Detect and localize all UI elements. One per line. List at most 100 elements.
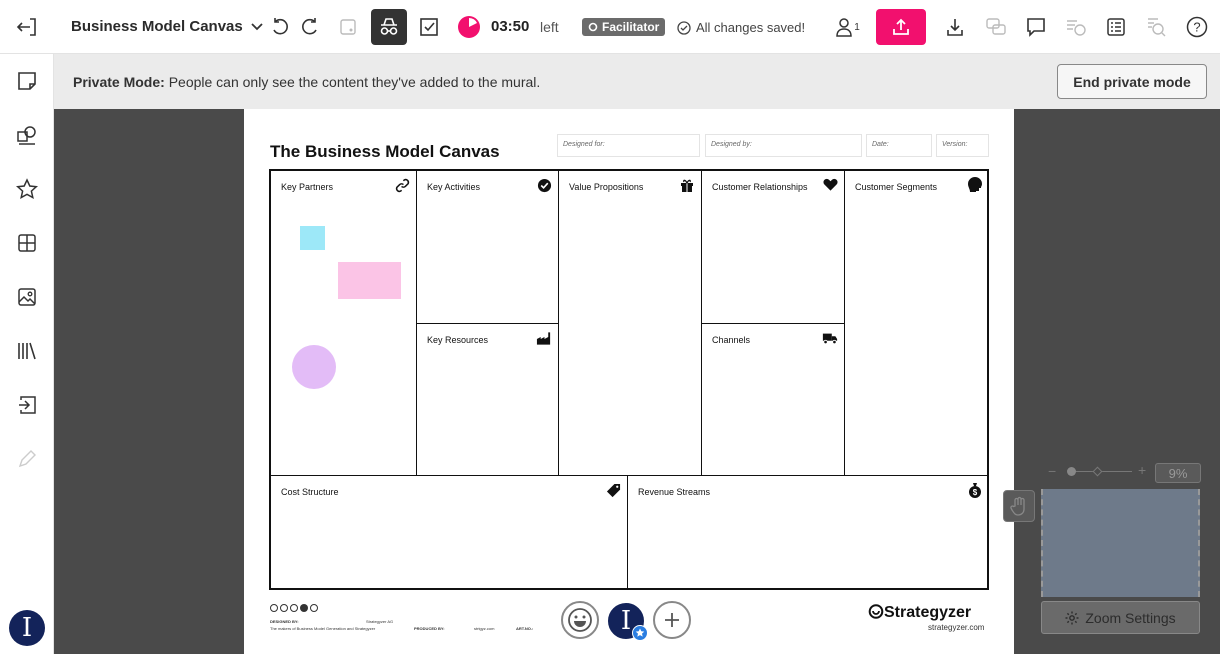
- zoom-out-icon[interactable]: −: [1048, 463, 1056, 479]
- designed-by-field[interactable]: Designed by:: [705, 134, 862, 157]
- top-toolbar: Business Model Canvas 03:50 left Facilit…: [0, 0, 1220, 54]
- draw-tool[interactable]: [13, 445, 41, 473]
- hand-icon: [1010, 496, 1025, 516]
- list-icon: [1107, 18, 1125, 36]
- gear-icon: [588, 22, 598, 32]
- download-icon: [947, 19, 963, 36]
- undo-icon: [273, 18, 288, 35]
- block-value-propositions[interactable]: Value Propositions: [559, 171, 702, 476]
- comments-button[interactable]: [1022, 13, 1050, 41]
- strategyzer-url: strategyzer.com: [928, 623, 985, 632]
- cc-by-icon: [280, 604, 288, 612]
- icons-tool[interactable]: [13, 175, 41, 203]
- redo-icon: [302, 18, 317, 35]
- date-field[interactable]: Date:: [866, 134, 932, 157]
- head-profile-icon: [967, 177, 983, 193]
- end-private-mode-button[interactable]: End private mode: [1057, 64, 1207, 99]
- library-tool[interactable]: [13, 337, 41, 365]
- comment-icon: [1027, 18, 1045, 37]
- search-icon: [1148, 18, 1166, 37]
- board-title: Business Model Canvas: [71, 18, 243, 35]
- cc-icon: [270, 604, 278, 612]
- pencil-icon: [18, 450, 36, 468]
- laser-pointer-button[interactable]: [334, 13, 362, 41]
- user-icon: [836, 18, 852, 37]
- upload-icon: [893, 18, 909, 35]
- produced-by-label: PRODUCED BY:: [414, 626, 445, 631]
- import-tool[interactable]: [13, 391, 41, 419]
- cc-nc-icon: [290, 604, 298, 612]
- gear-icon: [1065, 611, 1079, 624]
- board-title-dropdown[interactable]: Business Model Canvas: [71, 18, 263, 35]
- check-circle-icon: [677, 20, 691, 35]
- activity-clock-icon: [1067, 20, 1086, 36]
- factory-icon: [536, 330, 552, 346]
- heart-icon: [822, 177, 838, 193]
- private-mode-button[interactable]: [371, 9, 407, 45]
- block-revenue-streams[interactable]: Revenue Streams $: [628, 476, 989, 590]
- import-icon: [19, 396, 36, 414]
- hand-tool-button[interactable]: [1003, 490, 1035, 522]
- money-bag-icon: $: [967, 482, 983, 498]
- export-button[interactable]: [941, 13, 969, 41]
- search-button[interactable]: [1142, 13, 1170, 41]
- timer-value: 03:50: [491, 18, 530, 35]
- block-key-activities[interactable]: Key Activities: [417, 171, 559, 324]
- reaction-emoji-button[interactable]: [561, 601, 599, 639]
- banner-text: People can only see the content they've …: [168, 73, 541, 90]
- sticky-note-icon: [18, 72, 36, 90]
- version-field[interactable]: Version:: [936, 134, 989, 157]
- activity-button[interactable]: [1062, 13, 1090, 41]
- block-key-resources[interactable]: Key Resources: [417, 324, 559, 476]
- shapes-tool[interactable]: [13, 121, 41, 149]
- save-status: All changes saved!: [677, 20, 805, 35]
- shapes-icon: [17, 126, 36, 145]
- shape-circle-purple[interactable]: [292, 345, 336, 389]
- zoom-settings-button[interactable]: Zoom Settings: [1041, 601, 1200, 634]
- voting-button[interactable]: [415, 13, 443, 41]
- redo-button[interactable]: [296, 13, 324, 41]
- makers-note: The makers of Business Model Generation …: [270, 626, 376, 631]
- banner-message: Private Mode: People can only see the co…: [73, 74, 540, 90]
- block-cost-structure[interactable]: Cost Structure: [271, 476, 628, 590]
- help-button[interactable]: ?: [1183, 13, 1211, 41]
- timer-button[interactable]: [455, 13, 483, 41]
- pointer-square-icon: [340, 19, 356, 35]
- designed-for-field[interactable]: Designed for:: [557, 134, 700, 157]
- license-icons: [270, 604, 318, 612]
- add-reaction-button[interactable]: [653, 601, 691, 639]
- sticky-note-pink[interactable]: [338, 262, 401, 299]
- facilitator-badge: Facilitator: [582, 18, 666, 36]
- sticky-note-tool[interactable]: [13, 67, 41, 95]
- checkbox-icon: [420, 18, 438, 36]
- sticky-note-blue[interactable]: [300, 226, 325, 250]
- exit-icon: [16, 17, 36, 36]
- block-channels[interactable]: Channels: [702, 324, 845, 476]
- block-customer-relationships[interactable]: Customer Relationships: [702, 171, 845, 324]
- incognito-icon: [380, 18, 398, 35]
- smiley-icon: [568, 608, 592, 632]
- undo-button[interactable]: [266, 13, 294, 41]
- chat-button[interactable]: [982, 13, 1010, 41]
- designed-by-value: Strategyzer AG: [366, 619, 394, 624]
- svg-text:$: $: [973, 488, 978, 497]
- block-key-partners[interactable]: Key Partners: [271, 171, 417, 476]
- cc-icon-5: [310, 604, 318, 612]
- outline-button[interactable]: [1102, 13, 1130, 41]
- timer-suffix: left: [540, 19, 559, 35]
- library-icon: [18, 342, 36, 360]
- exit-board-button[interactable]: [0, 0, 54, 54]
- minimap[interactable]: [1041, 489, 1200, 597]
- images-tool[interactable]: [13, 283, 41, 311]
- banner-label: Private Mode:: [73, 73, 165, 90]
- frameworks-tool[interactable]: [13, 229, 41, 257]
- participants-button[interactable]: 1: [830, 13, 864, 41]
- zoom-slider-handle[interactable]: [1067, 467, 1076, 476]
- zoom-percentage[interactable]: 9%: [1155, 463, 1201, 483]
- share-button[interactable]: [876, 9, 926, 45]
- cc-sa-icon: [300, 604, 308, 612]
- zoom-in-icon[interactable]: +: [1138, 462, 1146, 478]
- block-customer-segments[interactable]: Customer Segments: [845, 171, 989, 476]
- user-avatar[interactable]: I: [9, 610, 45, 646]
- timer-icon: [458, 16, 480, 38]
